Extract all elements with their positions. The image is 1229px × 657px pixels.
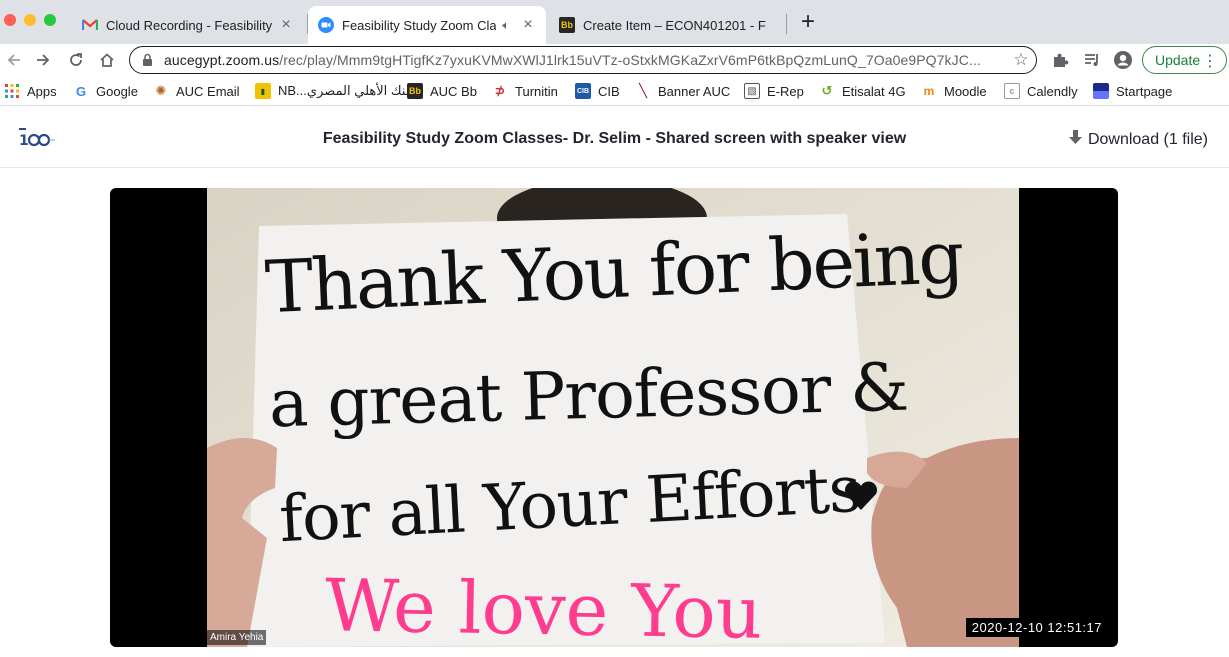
url-host: aucegypt.zoom.us [164, 52, 280, 68]
more-vert-icon[interactable]: ⋮ [1202, 51, 1218, 71]
bookmark-auc-email[interactable]: ✺ AUC Email [153, 82, 240, 100]
bookmark-apps[interactable]: Apps [4, 82, 57, 100]
bookmark-label: Google [96, 83, 138, 99]
cib-icon: CIB [575, 83, 591, 99]
sign-line-2: a great Professor & [268, 348, 909, 443]
bookmark-cib[interactable]: CIB CIB [575, 82, 620, 100]
extensions-puzzle-icon[interactable] [1049, 49, 1071, 71]
tab-feasibility-study-zoom[interactable]: Feasibility Study Zoom Cla 🔈︎ × [308, 6, 546, 44]
bookmark-label: Banner AUC [658, 83, 731, 99]
bookmark-turnitin[interactable]: ⊅ Turnitin [492, 82, 558, 100]
erep-icon: ▧ [744, 83, 760, 99]
blackboard-icon: Bb [559, 17, 575, 33]
startpage-icon [1093, 83, 1109, 99]
page-title: Feasibility Study Zoom Classes- Dr. Seli… [322, 130, 907, 147]
tab-separator [786, 14, 787, 34]
bookmark-label: NB...البنك الأهلي المصري [278, 83, 418, 98]
bookmark-label: CIB [598, 83, 620, 99]
home-icon[interactable] [95, 48, 119, 72]
speaker-name-label: Amira Yehia [207, 630, 267, 645]
zoom-icon [318, 17, 334, 33]
banner-icon: ╲ [639, 83, 647, 98]
address-bar[interactable]: aucegypt.zoom.us/rec/play/Mmm9tgHTigfKz7… [129, 46, 1037, 74]
tab-title: Cloud Recording - Feasibility S [106, 17, 272, 33]
bookmark-auc-bb[interactable]: Bb AUC Bb [407, 82, 477, 100]
recording-page-header: 1 Feasibility Study Zoom Classes- Dr. Se… [0, 110, 1229, 168]
browser-tab-strip: Cloud Recording - Feasibility S × Feasib… [0, 0, 1229, 44]
new-tab-button[interactable]: + [796, 10, 820, 34]
google-icon: G [75, 83, 87, 99]
window-close-button[interactable] [4, 14, 16, 26]
tab-create-item[interactable]: Bb Create Item – ECON401201 - F [549, 6, 785, 44]
bookmark-label: Turnitin [515, 83, 558, 99]
update-button[interactable]: Update ⋮ [1142, 46, 1227, 74]
speaker-video-frame: Thank You for being a great Professor & … [207, 188, 1019, 647]
download-arrow-icon [1068, 130, 1082, 150]
gmail-icon [82, 17, 98, 33]
black-heart-icon [845, 481, 877, 510]
recording-timestamp: 2020-12-10 12:51:17 [965, 618, 1108, 637]
media-control-icon[interactable] [1081, 49, 1103, 71]
bookmark-label: AUC Email [176, 83, 240, 99]
tab-cloud-recording[interactable]: Cloud Recording - Feasibility S × [72, 6, 304, 44]
profile-avatar-icon[interactable] [1112, 49, 1134, 71]
calendly-icon: c [1004, 83, 1020, 99]
tab-title: Create Item – ECON401201 - F [583, 17, 766, 33]
moodle-icon: m [923, 84, 935, 98]
lock-icon [142, 53, 154, 67]
tab-close-icon[interactable]: × [278, 16, 294, 34]
back-arrow-icon[interactable] [2, 48, 26, 72]
download-label: Download (1 file) [1087, 131, 1208, 148]
bookmark-google[interactable]: G Google [73, 82, 138, 100]
nbe-icon: ▮ [255, 83, 271, 99]
window-minimize-button[interactable] [24, 14, 36, 26]
bookmark-star-icon[interactable]: ☆ [1006, 50, 1036, 70]
bookmarks-bar: Apps G Google ✺ AUC Email ▮ NB...البنك ا… [0, 76, 1229, 106]
url-text: aucegypt.zoom.us/rec/play/Mmm9tgHTigfKz7… [164, 52, 1006, 68]
bookmark-label: Moodle [944, 83, 987, 99]
turnitin-icon: ⊅ [494, 83, 506, 98]
speaker-audio-icon[interactable]: 🔈︎ [498, 18, 514, 33]
bookmark-calendly[interactable]: c Calendly [1004, 82, 1078, 100]
window-zoom-button[interactable] [44, 14, 56, 26]
bookmark-label: Startpage [1116, 83, 1173, 99]
video-player[interactable]: Thank You for being a great Professor & … [110, 188, 1118, 647]
browser-toolbar: aucegypt.zoom.us/rec/play/Mmm9tgHTigfKz7… [0, 44, 1229, 76]
bookmark-startpage[interactable]: Startpage [1093, 82, 1172, 100]
bookmark-etisalat[interactable]: ↺ Etisalat 4G [819, 82, 906, 100]
bookmark-e-rep[interactable]: ▧ E-Rep [744, 82, 804, 100]
blackboard-icon: Bb [407, 83, 423, 99]
update-label: Update [1155, 52, 1201, 68]
tab-close-icon[interactable]: × [520, 16, 536, 34]
bookmark-label: Calendly [1027, 83, 1078, 99]
forward-arrow-icon[interactable] [31, 48, 55, 72]
bookmark-banner-auc[interactable]: ╲ Banner AUC [635, 82, 730, 100]
bookmark-label: Etisalat 4G [842, 83, 906, 99]
sign-line-4: We love You [324, 563, 763, 647]
bookmark-label: AUC Bb [430, 83, 477, 99]
url-path: /rec/play/Mmm9tgHTigfKz7yxuKVMwXWlJ1lrk1… [279, 52, 981, 68]
bookmark-label: E-Rep [767, 83, 804, 99]
download-button[interactable]: Download (1 file) [1068, 130, 1208, 150]
bookmark-label: Apps [27, 83, 57, 99]
auc-email-icon: ✺ [155, 83, 167, 98]
apps-grid-icon [4, 83, 20, 99]
bookmark-nbe[interactable]: ▮ NB...البنك الأهلي المصري [255, 82, 417, 100]
reload-icon[interactable] [64, 48, 88, 72]
bookmark-moodle[interactable]: m Moodle [921, 82, 987, 100]
tab-title: Feasibility Study Zoom Cla [342, 17, 496, 33]
etisalat-icon: ↺ [821, 83, 833, 98]
